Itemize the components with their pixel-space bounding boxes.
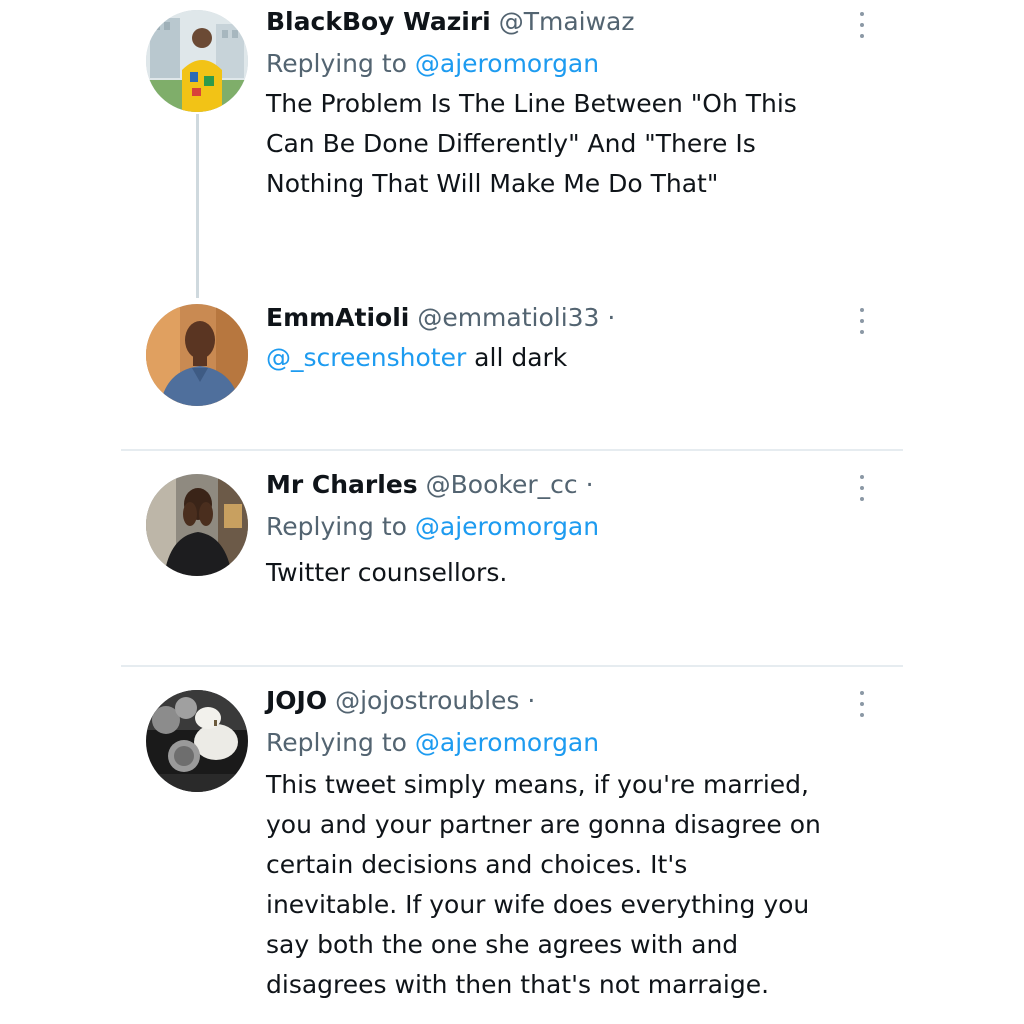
avatar-yellow-shirt-icon: [146, 10, 248, 112]
tweet-mr-charles[interactable]: Mr Charles @Booker_cc · Replying to @aje…: [0, 451, 1024, 666]
tweet-jojo[interactable]: JOJO @jojostroubles · Replying to @ajero…: [0, 667, 1024, 1024]
avatar[interactable]: [146, 474, 248, 576]
avatar-pumpkins-icon: [146, 690, 248, 792]
more-options-icon[interactable]: [852, 10, 872, 40]
more-options-icon[interactable]: [852, 689, 872, 719]
tweet-header: EmmAtioli @emmatioli33 ·: [266, 302, 866, 334]
tweet-text-line: inevitable. If your wife does everything…: [266, 890, 810, 919]
avatar-man-smiling-icon: [146, 304, 248, 406]
replying-prefix: Replying to: [266, 728, 407, 757]
tweet-text-line: Twitter counsellors.: [266, 558, 508, 587]
replying-prefix: Replying to: [266, 512, 407, 541]
avatar[interactable]: [146, 10, 248, 112]
user-handle[interactable]: @Tmaiwaz: [499, 7, 635, 36]
tweet-header: Mr Charles @Booker_cc ·: [266, 469, 866, 501]
separator-dot: ·: [585, 470, 594, 499]
tweet-text: This tweet simply means, if you're marri…: [266, 765, 866, 1005]
tweet-text-line: Nothing That Will Make Me Do That": [266, 169, 719, 198]
tweet-text-line: disagrees with then that's not marraige.: [266, 970, 770, 999]
tweet-text-line: certain decisions and choices. It's: [266, 850, 688, 879]
tweet-text: Twitter counsellors.: [266, 553, 866, 593]
tweet-text-line: say both the one she agrees with and: [266, 930, 739, 959]
tweet-text-line: all dark: [466, 343, 568, 372]
replying-to-link[interactable]: @ajeromorgan: [415, 728, 599, 757]
tweet-header: BlackBoy Waziri @Tmaiwaz: [266, 6, 866, 38]
avatar-man-hands-face-icon: [146, 474, 248, 576]
replying-to: Replying to @ajeromorgan: [266, 507, 866, 547]
tweet-text: @_screenshoter all dark: [266, 338, 866, 378]
replying-prefix: Replying to: [266, 49, 407, 78]
display-name[interactable]: BlackBoy Waziri: [266, 7, 491, 36]
tweet-text: The Problem Is The Line Between "Oh This…: [266, 84, 866, 204]
separator-dot: ·: [607, 303, 616, 332]
user-handle[interactable]: @emmatioli33: [417, 303, 599, 332]
tweet-header: JOJO @jojostroubles ·: [266, 685, 866, 717]
tweet-emmatioli[interactable]: EmmAtioli @emmatioli33 · @_screenshoter …: [0, 290, 1024, 450]
user-handle[interactable]: @Booker_cc: [426, 470, 578, 499]
display-name[interactable]: Mr Charles: [266, 470, 418, 499]
tweet-text-line: Can Be Done Differently" And "There Is: [266, 129, 756, 158]
separator-dot: ·: [527, 686, 536, 715]
avatar[interactable]: [146, 304, 248, 406]
more-options-icon[interactable]: [852, 473, 872, 503]
tweet-text-line: This tweet simply means, if you're marri…: [266, 770, 809, 799]
more-options-icon[interactable]: [852, 306, 872, 336]
replying-to: Replying to @ajeromorgan: [266, 44, 866, 84]
user-handle[interactable]: @jojostroubles: [335, 686, 519, 715]
tweet-text-line: The Problem Is The Line Between "Oh This: [266, 89, 797, 118]
replying-to-link[interactable]: @ajeromorgan: [415, 49, 599, 78]
replying-to: Replying to @ajeromorgan: [266, 723, 866, 763]
tweet-blackboy-waziri[interactable]: BlackBoy Waziri @Tmaiwaz Replying to @aj…: [0, 0, 1024, 290]
display-name[interactable]: JOJO: [266, 686, 327, 715]
replying-to-link[interactable]: @ajeromorgan: [415, 512, 599, 541]
mention-link[interactable]: @_screenshoter: [266, 343, 466, 372]
display-name[interactable]: EmmAtioli: [266, 303, 409, 332]
tweet-text-line: you and your partner are gonna disagree …: [266, 810, 821, 839]
avatar[interactable]: [146, 690, 248, 792]
